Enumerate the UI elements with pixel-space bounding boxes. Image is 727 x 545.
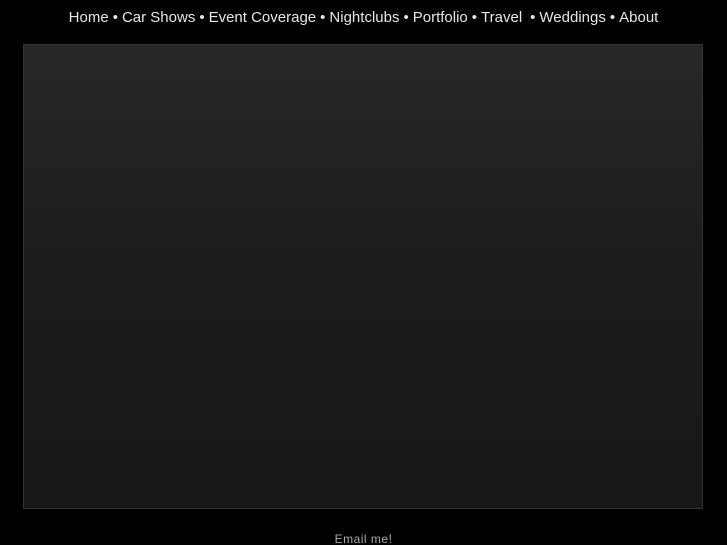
nav-event-coverage-link[interactable]: Event Coverage <box>209 9 317 26</box>
nav-nightclubs-link[interactable]: Nightclubs <box>329 9 399 26</box>
nav-separator: • <box>530 9 536 26</box>
nav-separator: • <box>609 9 616 26</box>
email-me-link[interactable]: Email me! <box>335 532 393 545</box>
page: Home • Car Shows • Event Coverage • Nightclubs… <box>0 0 727 545</box>
nav-about-link[interactable]: About <box>619 9 658 26</box>
nav-separator: • <box>320 9 326 26</box>
footer: Email me! <box>0 532 727 545</box>
nav-separator: • <box>471 9 478 26</box>
nav-portfolio-link[interactable]: Portfolio <box>413 9 468 26</box>
nav-weddings-link[interactable]: Weddings <box>539 9 605 26</box>
nav-car-shows-link[interactable]: Car Shows <box>122 9 195 26</box>
nav-travel-link[interactable]: Travel <box>481 9 522 26</box>
nav-home-link[interactable]: Home <box>69 9 109 26</box>
nav-separator: • <box>112 9 118 26</box>
main-content-frame <box>23 44 703 509</box>
nav-separator: • <box>199 9 205 26</box>
nav-separator: • <box>403 9 409 26</box>
top-navigation: Home • Car Shows • Event Coverage • Nightclubs… <box>0 9 727 27</box>
